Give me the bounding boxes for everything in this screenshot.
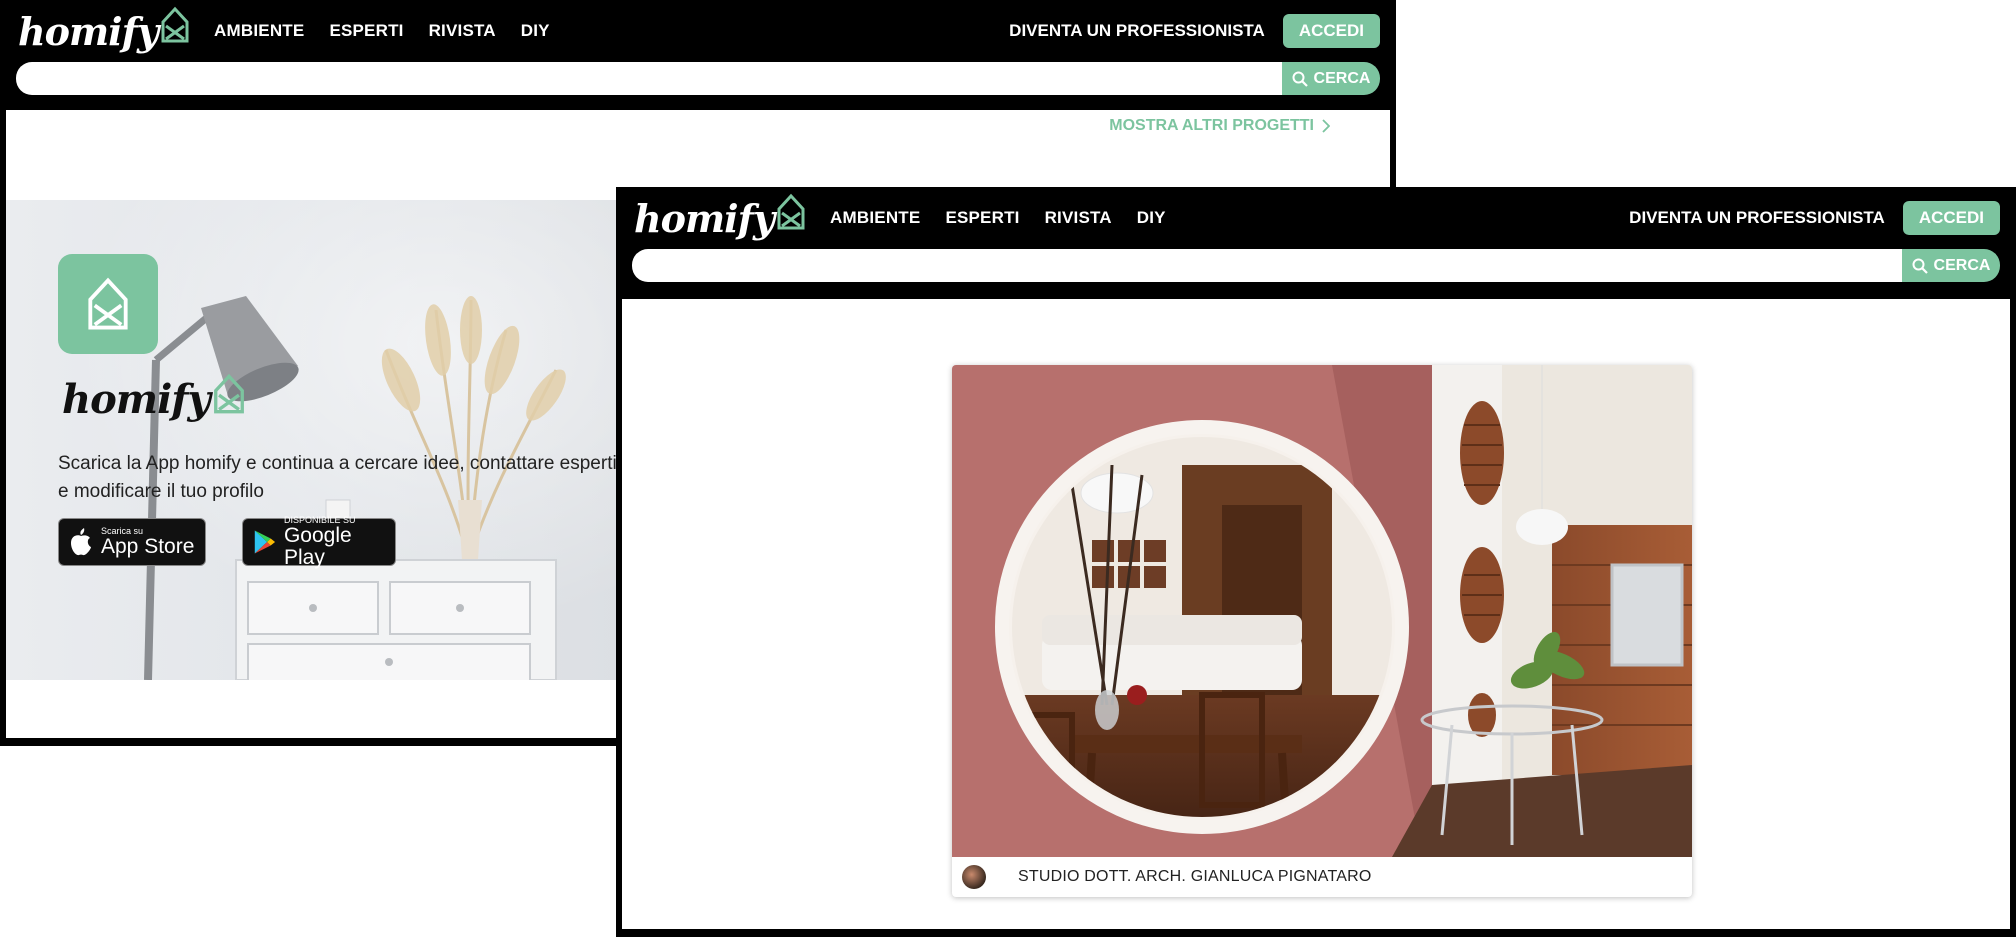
search-button-label: CERCA	[1313, 69, 1371, 87]
apple-icon	[71, 528, 91, 556]
nav-ambiente[interactable]: AMBIENTE	[830, 208, 920, 228]
app-download-banner: homify Scarica la App homify e continua …	[6, 200, 626, 680]
nav-right: DIVENTA UN PROFESSIONISTA ACCEDI	[1629, 201, 2000, 235]
chevron-right-icon	[1322, 119, 1330, 133]
project-card[interactable]: STUDIO DOTT. ARCH. GIANLUCA PIGNATARO	[952, 365, 1692, 897]
page-content: STUDIO DOTT. ARCH. GIANLUCA PIGNATARO	[622, 299, 2010, 929]
app-banner-description: Scarica la App homify e continua a cerca…	[58, 450, 626, 506]
project-card-footer: STUDIO DOTT. ARCH. GIANLUCA PIGNATARO	[952, 857, 1692, 897]
homify-house-icon	[777, 193, 805, 230]
nav-esperti[interactable]: ESPERTI	[329, 21, 403, 41]
login-button[interactable]: ACCEDI	[1902, 201, 2000, 235]
homify-house-icon	[88, 277, 128, 330]
become-professional-link[interactable]: DIVENTA UN PROFESSIONISTA	[1629, 208, 1885, 228]
appstore-big-label: App Store	[101, 535, 195, 558]
googleplay-button[interactable]: DISPONIBILE SU Google Play	[242, 515, 396, 569]
homify-house-icon	[161, 6, 189, 43]
more-projects-link[interactable]: MOSTRA ALTRI PROGETTI	[1109, 117, 1330, 135]
search-button-label: CERCA	[1933, 256, 1991, 274]
app-banner-line1: Scarica la App homify e continua a cerca…	[58, 453, 617, 474]
logo-wordmark: homify	[634, 195, 775, 241]
homify-logo[interactable]: homify	[18, 6, 190, 54]
search-bar: CERCA	[16, 62, 1380, 95]
search-input[interactable]	[632, 249, 1902, 282]
appstore-button[interactable]: Scarica su App Store	[58, 518, 206, 566]
nav-rivista[interactable]: RIVISTA	[1045, 208, 1112, 228]
nav-right: DIVENTA UN PROFESSIONISTA ACCEDI	[1009, 14, 1380, 48]
homify-house-icon	[213, 373, 244, 413]
project-photo[interactable]	[952, 365, 1692, 857]
top-nav: homify AMBIENTE ESPERTI RIVISTA DIY DIVE…	[0, 0, 1396, 62]
avatar[interactable]	[962, 865, 986, 889]
become-professional-link[interactable]: DIVENTA UN PROFESSIONISTA	[1009, 21, 1265, 41]
logo-wordmark: homify	[18, 8, 159, 54]
banner-logo-wordmark: homify	[62, 376, 211, 423]
google-play-icon	[254, 530, 276, 554]
googleplay-big-label: Google Play	[283, 524, 352, 569]
homify-app-icon	[58, 254, 158, 354]
banner-homify-logo: homify	[62, 373, 246, 423]
project-photo-illustration	[952, 365, 1692, 857]
browser-window-front: homify AMBIENTE ESPERTI RIVISTA DIY DIVE…	[616, 187, 2016, 937]
search-button[interactable]: CERCA	[1282, 62, 1380, 95]
nav-rivista[interactable]: RIVISTA	[429, 21, 496, 41]
search-input[interactable]	[16, 62, 1282, 95]
search-icon	[1292, 71, 1308, 87]
top-nav: homify AMBIENTE ESPERTI RIVISTA DIY DIVE…	[616, 187, 2016, 249]
homify-logo[interactable]: homify	[634, 193, 806, 241]
search-icon	[1912, 258, 1928, 274]
search-bar: CERCA	[632, 249, 2000, 282]
app-banner-line2: e modificare il tuo profilo	[58, 481, 264, 502]
main-nav-links: AMBIENTE ESPERTI RIVISTA DIY	[214, 21, 575, 41]
main-nav-links: AMBIENTE ESPERTI RIVISTA DIY	[830, 208, 1191, 228]
nav-diy[interactable]: DIY	[1137, 208, 1166, 228]
nav-esperti[interactable]: ESPERTI	[945, 208, 1019, 228]
search-button[interactable]: CERCA	[1902, 249, 2000, 282]
professional-name[interactable]: STUDIO DOTT. ARCH. GIANLUCA PIGNATARO	[1018, 868, 1372, 886]
more-projects-label: MOSTRA ALTRI PROGETTI	[1109, 117, 1314, 134]
nav-diy[interactable]: DIY	[521, 21, 550, 41]
nav-ambiente[interactable]: AMBIENTE	[214, 21, 304, 41]
login-button[interactable]: ACCEDI	[1282, 14, 1380, 48]
